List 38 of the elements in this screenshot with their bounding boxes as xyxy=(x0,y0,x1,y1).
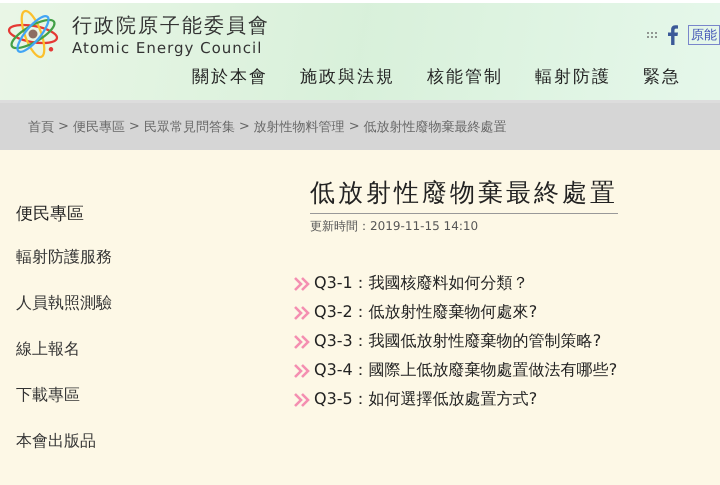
sidebar-link[interactable]: 本會出版品 xyxy=(16,431,290,452)
nav-menu-item[interactable]: 輻射防護 xyxy=(535,65,611,88)
nav-menu-item[interactable]: 施政與法規 xyxy=(300,65,395,88)
breadcrumb-separator: > xyxy=(58,119,69,134)
question-link[interactable]: Q3-3：我國低放射性廢棄物的管制策略? xyxy=(314,331,602,352)
question-link[interactable]: Q3-2：低放射性廢棄物何處來? xyxy=(314,302,538,323)
breadcrumb-separator: > xyxy=(238,119,250,134)
double-chevron-icon xyxy=(294,392,310,406)
atom-logo-icon xyxy=(6,7,60,61)
sidebar-link[interactable]: 人員執照測驗 xyxy=(16,293,290,314)
breadcrumb-link[interactable]: 首頁 xyxy=(28,118,54,136)
nav-menu-item[interactable]: 緊急 xyxy=(643,65,681,88)
double-chevron-icon xyxy=(294,276,310,290)
facebook-icon[interactable] xyxy=(668,25,678,45)
sidebar-title: 便民專區 xyxy=(16,203,85,225)
breadcrumb-link[interactable]: 低放射性廢物棄最終處置 xyxy=(364,118,507,136)
breadcrumb-separator: > xyxy=(128,119,140,134)
nav-menu-item[interactable]: 關於本會 xyxy=(192,65,268,88)
double-chevron-icon xyxy=(294,364,310,378)
sidebar-link[interactable]: 線上報名 xyxy=(16,339,290,360)
sidebar-link[interactable]: 輻射防護服務 xyxy=(16,247,290,268)
question-link[interactable]: Q3-1：我國核廢料如何分類？ xyxy=(314,273,529,294)
facebook-link[interactable]: 原能 xyxy=(688,25,720,45)
grid-dots-icon[interactable] xyxy=(646,31,658,39)
update-time: 更新時間：2019-11-15 14:10 xyxy=(310,218,478,235)
question-link[interactable]: Q3-5：如何選擇低放處置方式? xyxy=(314,389,538,410)
organization-name: 行政院原子能委員會 xyxy=(72,12,270,38)
breadcrumb-link[interactable]: 便民專區 xyxy=(72,118,125,136)
breadcrumb-link[interactable]: 放射性物料管理 xyxy=(254,118,345,136)
sidebar-link[interactable]: 下載專區 xyxy=(16,385,290,406)
double-chevron-icon xyxy=(294,334,310,348)
organization-name-english: Atomic Energy Council xyxy=(72,38,264,56)
breadcrumb-link[interactable]: 民眾常見問答集 xyxy=(144,118,235,136)
breadcrumb-separator: > xyxy=(348,119,360,134)
nav-menu-item[interactable]: 核能管制 xyxy=(427,65,503,88)
question-link[interactable]: Q3-4：國際上低放廢棄物處置做法有哪些? xyxy=(314,360,618,381)
double-chevron-icon xyxy=(294,306,310,320)
page-title: 低放射性廢物棄最終處置 xyxy=(310,176,618,214)
